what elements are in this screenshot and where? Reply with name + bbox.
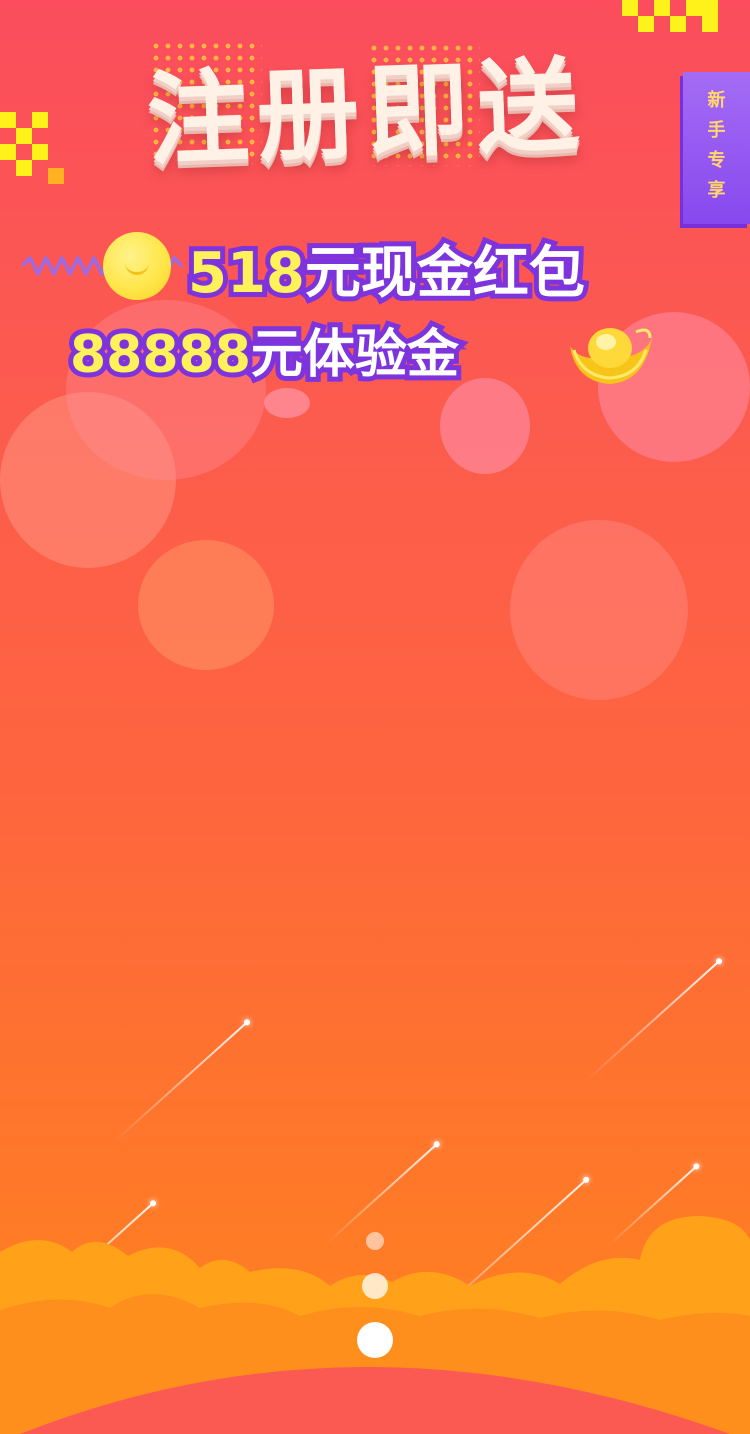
bokeh-circle bbox=[440, 378, 530, 474]
newbie-exclusive-badge[interactable]: 新 手 专 享 bbox=[683, 72, 750, 224]
pager-dot-active[interactable] bbox=[357, 1322, 393, 1358]
bokeh-circle bbox=[510, 520, 688, 700]
checker-pattern-icon bbox=[622, 0, 722, 36]
gold-ingot-icon bbox=[570, 328, 652, 384]
promo-page: 注册即送 新 手 专 享 518元现金红包 88888元体验金 bbox=[0, 0, 750, 1434]
promo-line-cash-red-packet: 518元现金红包 bbox=[183, 228, 590, 311]
badge-text: 新 bbox=[707, 90, 726, 111]
badge-text: 享 bbox=[707, 180, 726, 201]
meteor-icon bbox=[113, 1020, 249, 1143]
bokeh-circle bbox=[264, 388, 310, 418]
trial-label: 元体验金 bbox=[246, 320, 464, 390]
trial-amount: 88888 bbox=[65, 320, 256, 390]
pager-dot[interactable] bbox=[366, 1232, 384, 1250]
title-block: 注册即送 bbox=[132, 36, 602, 196]
checker-pattern-icon bbox=[0, 112, 72, 188]
page-title: 注册即送 bbox=[145, 46, 589, 181]
cash-amount: 518 bbox=[183, 236, 310, 311]
promo-line-trial-fund: 88888元体验金 bbox=[65, 312, 464, 390]
cash-label: 元现金红包 bbox=[300, 236, 590, 311]
badge-text: 手 bbox=[707, 120, 726, 141]
cloud-icon bbox=[0, 1216, 750, 1434]
coin-icon bbox=[103, 232, 171, 300]
meteor-icon bbox=[585, 959, 721, 1082]
bokeh-circle bbox=[138, 540, 274, 670]
badge-text: 专 bbox=[707, 150, 726, 171]
pager-dot[interactable] bbox=[362, 1273, 388, 1299]
